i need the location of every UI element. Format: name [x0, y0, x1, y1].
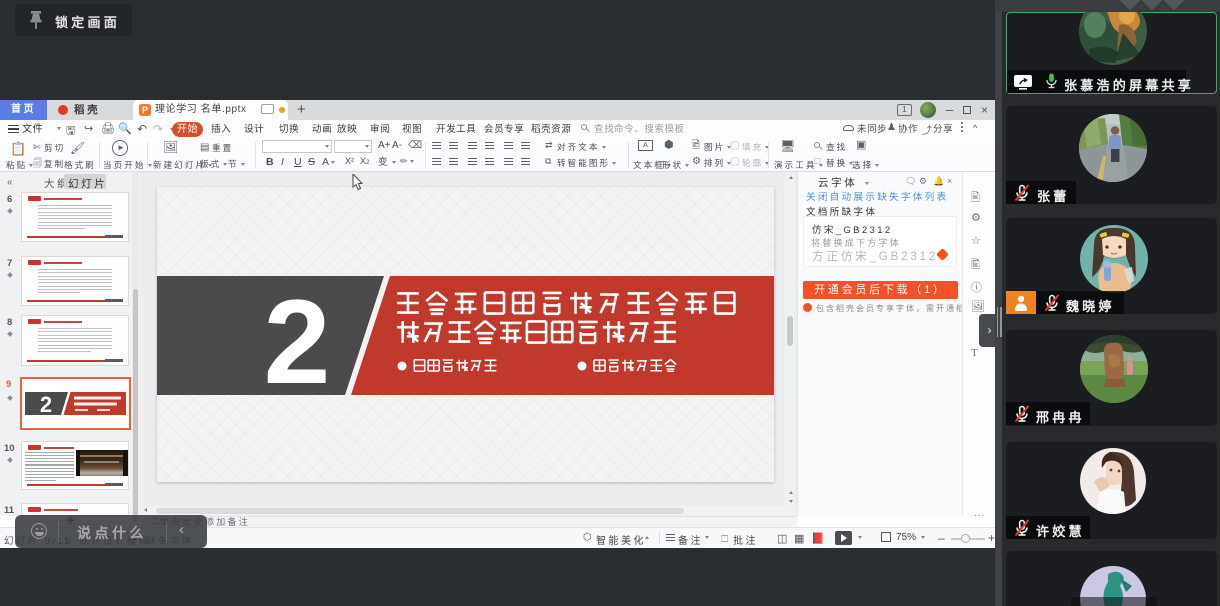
svg-text:2: 2 — [40, 392, 52, 417]
svg-text:2: 2 — [264, 275, 331, 409]
